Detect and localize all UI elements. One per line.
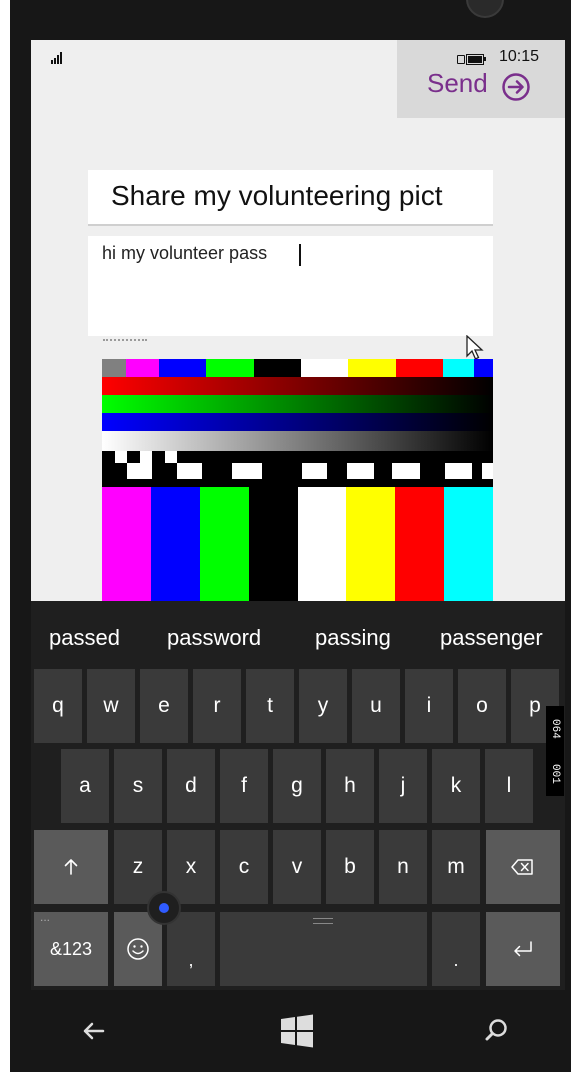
backspace-key[interactable] xyxy=(486,830,560,904)
navigation-bar xyxy=(31,990,565,1072)
symbols-key-hint: ... xyxy=(40,910,51,924)
space-key-handle xyxy=(313,918,333,924)
text-caret xyxy=(299,244,301,266)
back-arrow-icon[interactable] xyxy=(73,1010,115,1052)
attached-image-test-pattern[interactable] xyxy=(102,359,493,609)
key-l[interactable]: l xyxy=(485,749,533,823)
key-q[interactable]: q xyxy=(34,669,82,743)
suggestion-passenger[interactable]: passenger xyxy=(440,625,543,651)
smiley-icon xyxy=(127,938,149,960)
key-h[interactable]: h xyxy=(326,749,374,823)
test-pattern-color-bars xyxy=(102,487,493,609)
test-pattern-top-bars xyxy=(102,359,493,377)
shift-key[interactable] xyxy=(34,830,108,904)
space-key[interactable] xyxy=(220,912,427,986)
symbols-key[interactable]: ... &123 xyxy=(34,910,108,986)
side-label-top: 064 xyxy=(549,718,561,739)
period-key-label: . xyxy=(453,949,459,970)
enter-key[interactable] xyxy=(486,912,560,986)
windows-logo-icon[interactable] xyxy=(276,1010,318,1052)
key-s[interactable]: s xyxy=(114,749,162,823)
key-f[interactable]: f xyxy=(220,749,268,823)
key-i[interactable]: i xyxy=(405,669,453,743)
suggestion-passed[interactable]: passed xyxy=(49,625,120,651)
key-e[interactable]: e xyxy=(140,669,188,743)
suggestion-passing[interactable]: passing xyxy=(315,625,391,651)
send-area[interactable]: 10:15 Send xyxy=(397,40,565,118)
side-label-bottom: 001 xyxy=(549,763,561,784)
enter-icon xyxy=(514,941,532,957)
key-v[interactable]: v xyxy=(273,830,321,904)
status-time: 10:15 xyxy=(499,48,540,65)
key-a[interactable]: a xyxy=(61,749,109,823)
battery-icon xyxy=(457,54,486,65)
key-k[interactable]: k xyxy=(432,749,480,823)
phone-screen: 10:15 Send Share my volunteering pict hi… xyxy=(31,40,565,990)
red-gradient xyxy=(102,377,493,395)
comma-key[interactable]: , xyxy=(167,912,215,986)
key-d[interactable]: d xyxy=(167,749,215,823)
key-r[interactable]: r xyxy=(193,669,241,743)
arrow-right-circle-icon[interactable] xyxy=(501,72,531,102)
key-y[interactable]: y xyxy=(299,669,347,743)
backspace-icon xyxy=(511,859,533,875)
key-n[interactable]: n xyxy=(379,830,427,904)
key-u[interactable]: u xyxy=(352,669,400,743)
side-overlay-label: 064 001 xyxy=(546,706,564,796)
subject-field[interactable]: Share my volunteering pict xyxy=(88,170,493,226)
message-body-text: hi my volunteer pass xyxy=(102,243,268,263)
key-j[interactable]: j xyxy=(379,749,427,823)
period-key[interactable]: . xyxy=(432,912,480,986)
attachment-drag-handle[interactable] xyxy=(103,339,147,341)
search-icon[interactable] xyxy=(475,1010,517,1052)
up-arrow-icon xyxy=(64,859,78,875)
send-button[interactable]: Send xyxy=(427,68,488,99)
message-body-field[interactable]: hi my volunteer pass xyxy=(88,236,493,336)
key-x[interactable]: x xyxy=(167,830,215,904)
on-screen-keyboard: passed password passing passenger q w e … xyxy=(31,601,565,990)
blue-gradient xyxy=(102,413,493,431)
key-w[interactable]: w xyxy=(87,669,135,743)
key-g[interactable]: g xyxy=(273,749,321,823)
key-c[interactable]: c xyxy=(220,830,268,904)
green-gradient xyxy=(102,395,493,413)
subject-text: Share my volunteering pict xyxy=(111,180,443,211)
key-o[interactable]: o xyxy=(458,669,506,743)
comma-key-label: , xyxy=(188,949,194,970)
key-b[interactable]: b xyxy=(326,830,374,904)
key-m[interactable]: m xyxy=(432,830,480,904)
gray-gradient xyxy=(102,431,493,451)
signal-icon xyxy=(51,52,62,64)
symbols-key-label: &123 xyxy=(49,938,93,959)
suggestion-password[interactable]: password xyxy=(167,625,261,651)
test-pattern-check-row xyxy=(102,451,493,487)
touch-indicator xyxy=(147,891,181,925)
emoji-key[interactable] xyxy=(114,912,162,986)
key-t[interactable]: t xyxy=(246,669,294,743)
